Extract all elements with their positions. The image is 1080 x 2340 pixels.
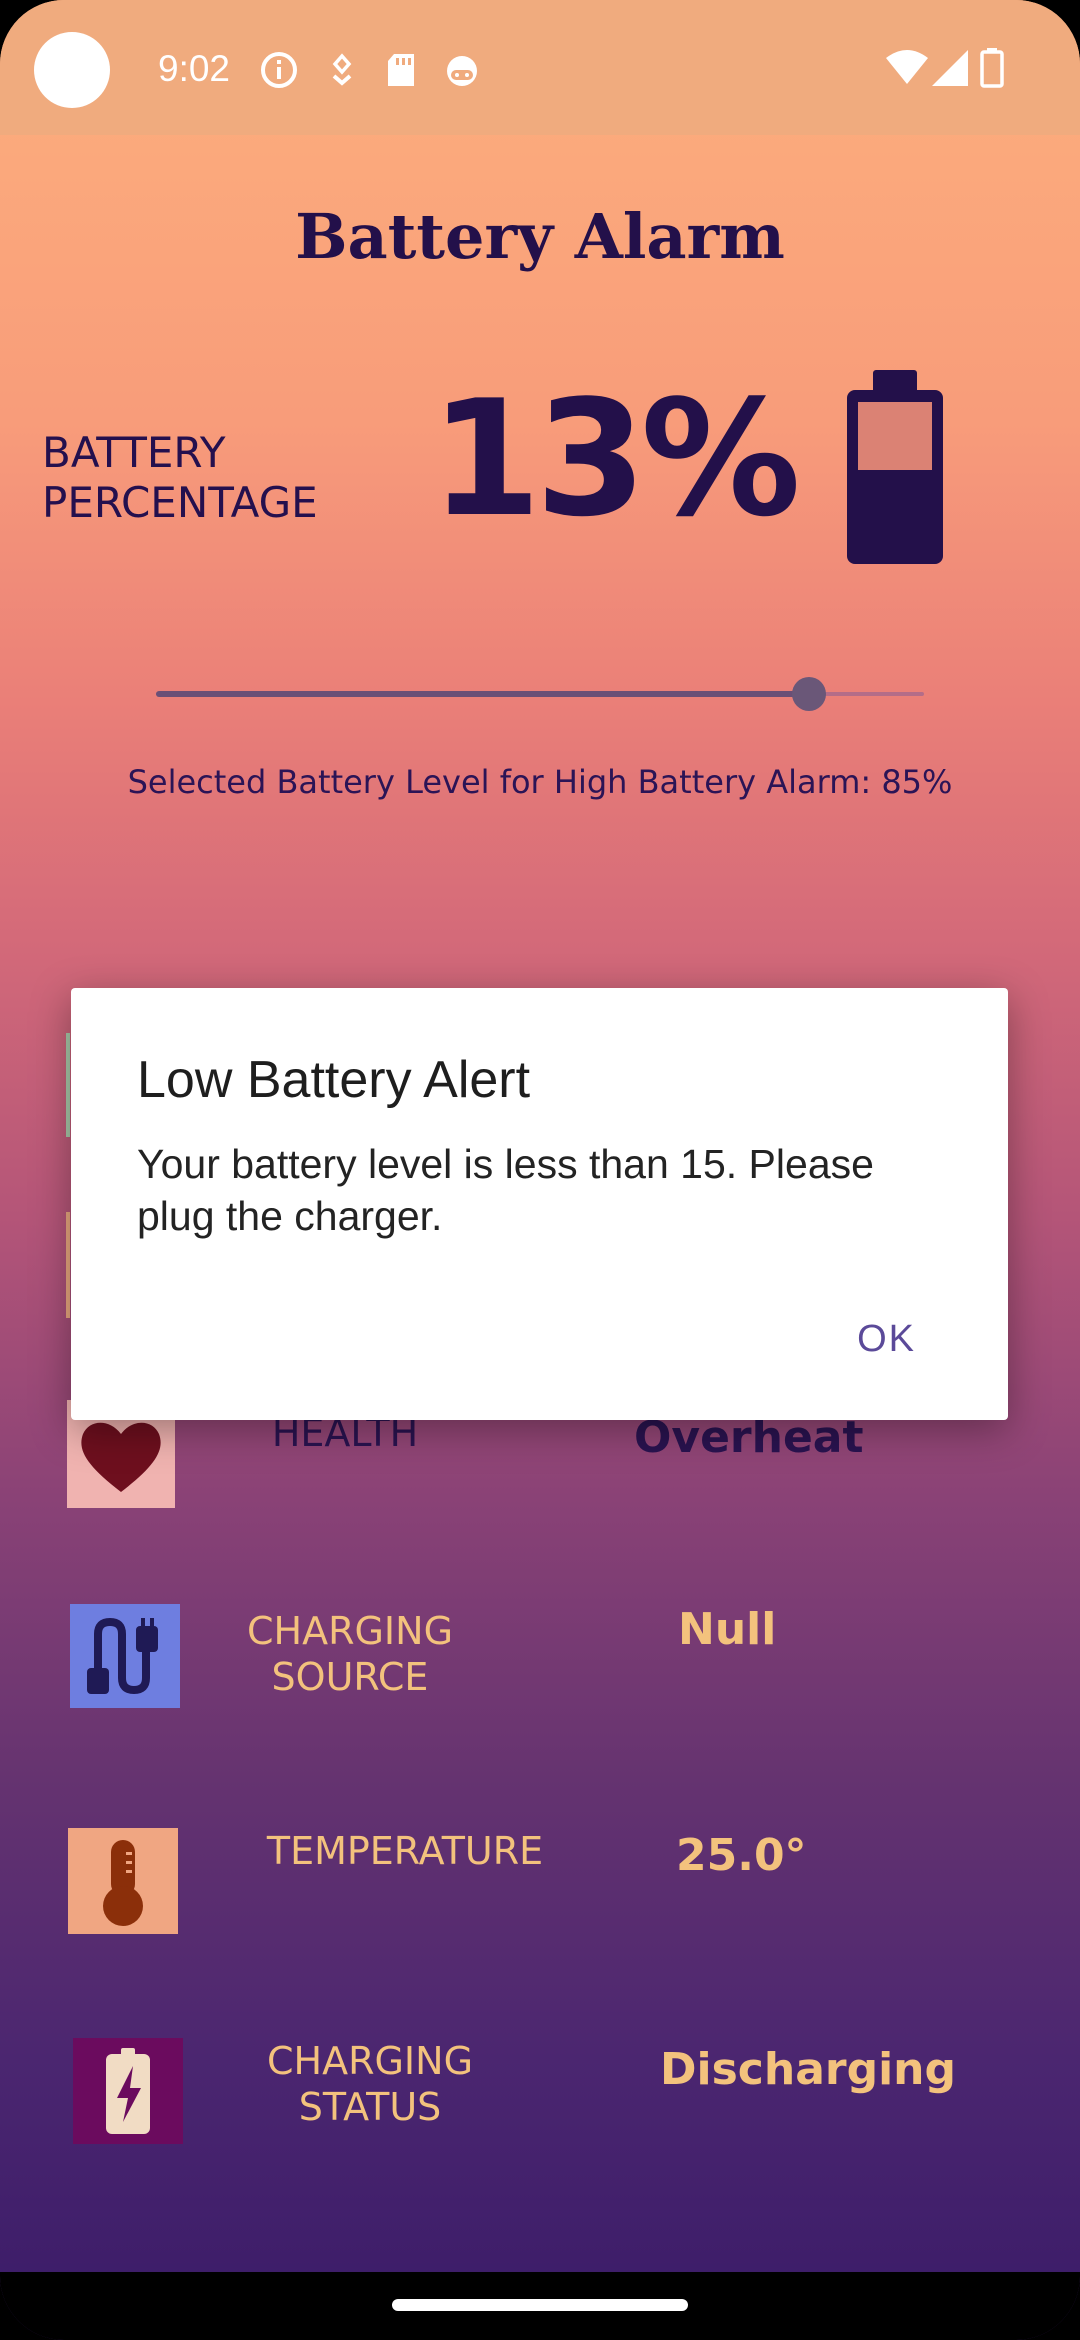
- battery-percentage-label: BATTERY PERCENTAGE: [42, 428, 318, 527]
- page-title: Battery Alarm: [295, 200, 785, 273]
- status-bar: 9:02: [0, 0, 1080, 135]
- battery-icon: [980, 48, 1004, 88]
- battery-level-slider[interactable]: [156, 672, 924, 716]
- charging-status-label: CHARGING STATUS: [266, 2039, 474, 2129]
- charging-source-value: Null: [678, 1604, 777, 1655]
- low-battery-dialog: Low Battery Alert Your battery level is …: [71, 988, 1008, 1420]
- cell-signal-icon: [932, 50, 968, 86]
- home-gesture-handle[interactable]: [392, 2299, 688, 2311]
- temperature-label: TEMPERATURE: [266, 1829, 544, 1873]
- charging-cable-icon: [70, 1604, 180, 1708]
- battery-charging-icon: [73, 2038, 183, 2144]
- dialog-title: Low Battery Alert: [137, 1051, 531, 1109]
- charging-status-value: Discharging: [660, 2044, 956, 2095]
- row-icon-stub: [66, 1033, 70, 1137]
- android-head-icon: [447, 56, 477, 86]
- status-time: 9:02: [158, 48, 231, 89]
- selected-level-caption: Selected Battery Level for High Battery …: [127, 763, 953, 801]
- slider-fill: [156, 691, 809, 697]
- charging-source-label: CHARGING SOURCE: [246, 1609, 454, 1699]
- dialog-message: Your battery level is less than 15. Plea…: [137, 1141, 874, 1239]
- info-icon: [261, 52, 297, 88]
- download-icon: [332, 53, 352, 86]
- temperature-value: 25.0°: [676, 1830, 807, 1881]
- row-icon-stub: [66, 1212, 70, 1318]
- thermometer-icon: [68, 1828, 178, 1934]
- app-screen: 9:02 Battery Alarm BATTERY PERCENTAGE 13…: [0, 0, 1080, 2340]
- slider-thumb[interactable]: [791, 677, 826, 711]
- sd-card-icon: [388, 54, 414, 86]
- battery-low-icon: [847, 370, 943, 564]
- battery-percentage-value: 13%: [430, 365, 801, 552]
- ok-button[interactable]: OK: [853, 1310, 920, 1369]
- camera-cutout: [34, 32, 110, 108]
- wifi-icon: [886, 50, 928, 84]
